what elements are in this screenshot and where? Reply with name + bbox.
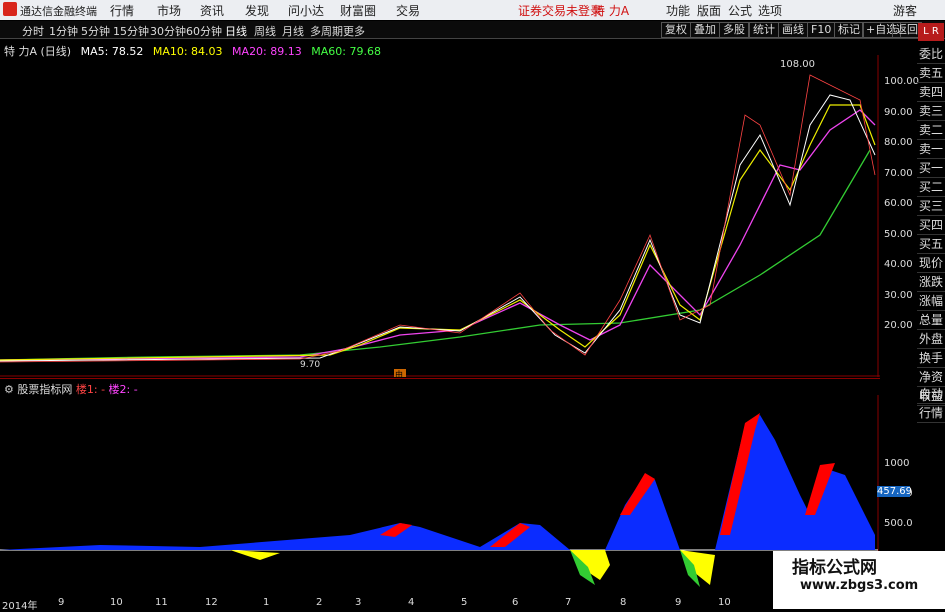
login-notice[interactable]: 证券交易未登录 [518, 2, 602, 19]
quote-field-0[interactable]: 委比 [917, 45, 945, 64]
quote-field-7[interactable]: 买二 [917, 178, 945, 197]
menu-right-item-0[interactable]: 功能 [666, 2, 690, 19]
time-tick: 11 [155, 597, 168, 608]
tab-period-10[interactable]: 更多 [343, 23, 365, 39]
menu-right-item-1[interactable]: 版面 [697, 2, 721, 19]
toolbar-right-6[interactable]: 标记 [834, 22, 864, 38]
period-toolbar: 分时 1分钟 5分钟 15分钟 30分钟 60分钟 日线 周线 月线 多周期 更多 复权 叠加 多股 统计… [0, 21, 945, 39]
indicator-chart[interactable] [0, 395, 880, 595]
time-tick: 5 [461, 597, 468, 608]
auto-quote-1[interactable]: 行情 [917, 404, 945, 423]
time-tick: 3 [355, 597, 362, 608]
app-logo-icon [3, 2, 17, 16]
time-tick: 9 [675, 597, 682, 608]
lr-badge[interactable]: L R [918, 23, 944, 41]
toolbar-right-1[interactable]: 叠加 [690, 22, 720, 38]
indicator-y-label: 1000 [884, 458, 910, 469]
time-tick: 7 [565, 597, 572, 608]
tab-period-3[interactable]: 15分钟 [113, 23, 149, 39]
indicator-y-label: 500.0 [884, 518, 913, 529]
quote-field-5[interactable]: 卖一 [917, 140, 945, 159]
menu-item-2[interactable]: 资讯 [200, 2, 224, 19]
quote-field-15[interactable]: 外盘 [917, 330, 945, 349]
guest-link[interactable]: 游客 [893, 2, 917, 19]
time-tick: 12 [205, 597, 218, 608]
time-tick: 9 [58, 597, 65, 608]
tab-period-2[interactable]: 5分钟 [81, 23, 110, 39]
toolbar-right-0[interactable]: 复权 [661, 22, 691, 38]
menu-item-1[interactable]: 市场 [157, 2, 181, 19]
tab-period-4[interactable]: 30分钟 [150, 23, 186, 39]
price-y-label: 70.00 [884, 167, 913, 179]
menu-item-4[interactable]: 问小达 [288, 2, 324, 19]
price-y-label: 90.00 [884, 106, 913, 118]
watermark-url: www.zbgs3.com [800, 578, 919, 593]
time-tick: 1 [263, 597, 270, 608]
auto-quote-0[interactable]: 自动 [917, 385, 945, 404]
quote-field-3[interactable]: 卖三 [917, 102, 945, 121]
tab-period-0[interactable]: 分时 [22, 23, 44, 39]
quote-field-10[interactable]: 买五 [917, 235, 945, 254]
tab-period-7[interactable]: 周线 [254, 23, 276, 39]
time-tick: 2 [316, 597, 323, 608]
time-tick: 10 [718, 597, 731, 608]
tab-period-1[interactable]: 1分钟 [49, 23, 78, 39]
price-y-label: 40.00 [884, 259, 913, 270]
watermark-title: 指标公式网 [792, 558, 877, 578]
quote-field-16[interactable]: 换手 [917, 349, 945, 368]
menu-right-item-3[interactable]: 选项 [758, 2, 782, 19]
menu-item-6[interactable]: 交易 [396, 2, 420, 19]
toolbar-right-5[interactable]: F10 [807, 22, 836, 38]
title-bar: 通达信金融终端 行情 市场 资讯 发现 问小达 财富圈 交易 证券交易未登录 特 力A 功能… [0, 0, 945, 20]
quote-sidebar-2: 自动 行情 [917, 385, 945, 423]
price-y-label: 30.00 [884, 289, 913, 301]
price-y-label: 80.00 [884, 137, 913, 148]
time-tick: 6 [512, 597, 519, 608]
quote-field-1[interactable]: 卖五 [917, 64, 945, 83]
time-tick: 2014年 [2, 601, 38, 612]
time-tick: 10 [110, 597, 123, 608]
tab-period-9[interactable]: 多周期 [310, 23, 343, 39]
price-chart[interactable]: 108.00 9.70 由 [0, 55, 880, 377]
menu-item-3[interactable]: 发现 [245, 2, 269, 19]
menu-right-item-2[interactable]: 公式 [728, 2, 752, 19]
event-marker-label: 由 [395, 369, 403, 377]
tab-period-8[interactable]: 月线 [282, 23, 304, 39]
menu-item-0[interactable]: 行情 [110, 2, 134, 19]
toolbar-right-4[interactable]: 画线 [778, 22, 808, 38]
quote-field-6[interactable]: 买一 [917, 159, 945, 178]
stock-name-title: 特 力A [593, 4, 630, 18]
indicator-current-value: 457.69 [877, 486, 912, 497]
quote-sidebar: 委比 卖五 卖四 卖三 卖二 卖一 买一 买二 买三 买四 买五 现价 涨跌 涨幅 总量 外盘 换手 净资 收益 [917, 45, 945, 406]
price-y-label: 20.00 [884, 320, 913, 331]
price-y-label: 100.00 [884, 76, 919, 87]
price-y-label: 50.00 [884, 228, 913, 240]
high-annotation: 108.00 [780, 59, 815, 70]
quote-field-11[interactable]: 现价 [917, 254, 945, 273]
quote-field-14[interactable]: 总量 [917, 311, 945, 330]
quote-field-13[interactable]: 涨幅 [917, 292, 945, 311]
time-tick: 8 [620, 597, 627, 608]
quote-field-8[interactable]: 买三 [917, 197, 945, 216]
low-annotation: 9.70 [300, 360, 320, 370]
indicator-divider [0, 378, 880, 379]
quote-field-2[interactable]: 卖四 [917, 83, 945, 102]
toolbar-right-2[interactable]: 多股 [719, 22, 749, 38]
app-name: 通达信金融终端 [20, 5, 97, 18]
tab-period-5[interactable]: 60分钟 [186, 23, 222, 39]
quote-field-4[interactable]: 卖二 [917, 121, 945, 140]
tab-period-6[interactable]: 日线 [225, 23, 247, 39]
quote-field-9[interactable]: 买四 [917, 216, 945, 235]
price-y-label: 60.00 [884, 198, 913, 209]
menu-item-5[interactable]: 财富圈 [340, 2, 376, 19]
toolbar-right-3[interactable]: 统计 [749, 22, 779, 38]
time-tick: 4 [408, 597, 415, 608]
quote-field-12[interactable]: 涨跌 [917, 273, 945, 292]
